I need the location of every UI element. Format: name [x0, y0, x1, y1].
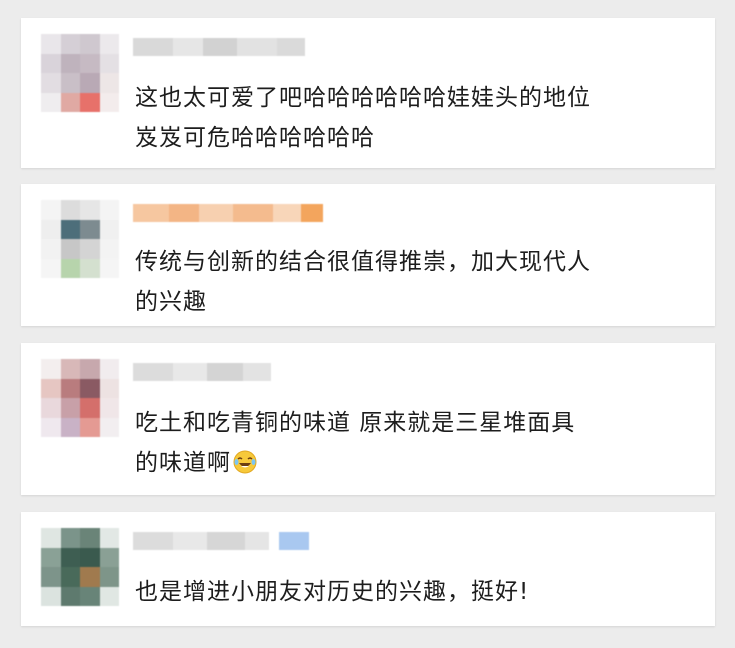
comment-card: 吃土和吃青铜的味道 原来就是三星堆面具 的味道啊 [21, 343, 715, 495]
comment-text: 吃土和吃青铜的味道 原来就是三星堆面具 的味道啊 [135, 403, 697, 483]
nickname[interactable] [133, 363, 271, 381]
comment-line: 岌岌可危哈哈哈哈哈哈 [135, 125, 375, 151]
avatar[interactable] [41, 200, 119, 278]
avatar[interactable] [41, 359, 119, 437]
comment-line: 吃土和吃青铜的味道 原来就是三星堆面具 [135, 410, 576, 436]
nickname[interactable] [133, 204, 323, 222]
comment-text: 这也太可爱了吧哈哈哈哈哈哈娃娃头的地位 岌岌可危哈哈哈哈哈哈 [135, 78, 697, 158]
laughing-tears-icon [233, 450, 257, 474]
comment-line: 传统与创新的结合很值得推崇，加大现代人 [135, 249, 591, 275]
comment-text: 传统与创新的结合很值得推崇，加大现代人 的兴趣 [135, 242, 697, 322]
comment-line: 这也太可爱了吧哈哈哈哈哈哈娃娃头的地位 [135, 85, 591, 111]
avatar[interactable] [41, 528, 119, 606]
comment-text: 也是增进小朋友对历史的兴趣，挺好! [135, 572, 697, 612]
comment-card: 传统与创新的结合很值得推崇，加大现代人 的兴趣 [21, 184, 715, 326]
nickname[interactable] [133, 532, 309, 550]
comment-card: 也是增进小朋友对历史的兴趣，挺好! [21, 512, 715, 626]
comment-card: 这也太可爱了吧哈哈哈哈哈哈娃娃头的地位 岌岌可危哈哈哈哈哈哈 [21, 18, 715, 168]
comment-line: 的兴趣 [135, 289, 207, 315]
avatar[interactable] [41, 34, 119, 112]
comment-line-text: 的味道啊 [135, 450, 231, 476]
nickname[interactable] [133, 38, 305, 56]
comment-line: 也是增进小朋友对历史的兴趣，挺好! [135, 579, 530, 605]
comment-line: 的味道啊 [135, 443, 697, 483]
